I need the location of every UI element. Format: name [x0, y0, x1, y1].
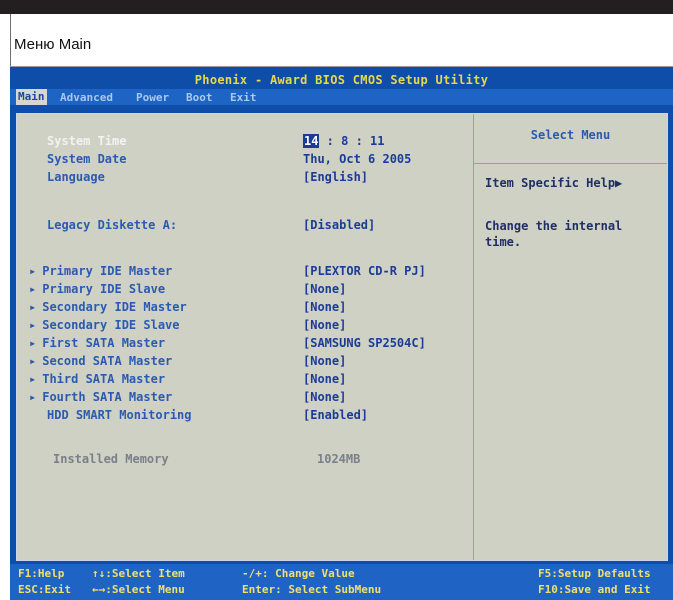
fourth-sata-master-label: Fourth SATA Master: [42, 390, 173, 404]
item-specific-help: Item Specific Help▶: [485, 176, 623, 190]
top-bar: [0, 0, 673, 14]
third-sata-master-item[interactable]: ▸ Third SATA Master: [29, 372, 165, 386]
footer-esc-exit: ESC:Exit: [18, 583, 71, 596]
primary-ide-master-label: Primary IDE Master: [42, 264, 173, 278]
footer-f10-save-exit: F10:Save and Exit: [538, 583, 651, 596]
submenu-arrow-icon: ▸: [29, 300, 37, 314]
bios-title: Phoenix - Award BIOS CMOS Setup Utility: [194, 73, 489, 87]
submenu-arrow-icon: ▸: [29, 372, 37, 386]
secondary-ide-master-value[interactable]: [None]: [303, 300, 346, 314]
installed-memory-label: Installed Memory: [53, 452, 169, 466]
submenu-arrow-icon: ▸: [29, 336, 37, 350]
system-time-rest: : 8 : 11: [319, 134, 385, 148]
settings-panel: System Time 14 : 8 : 11 System Date Thu,…: [16, 113, 668, 561]
footer-enter-submenu: Enter: Select SubMenu: [242, 583, 382, 596]
menu-power[interactable]: Power: [136, 91, 169, 104]
secondary-ide-slave-item[interactable]: ▸ Secondary IDE Slave: [29, 318, 180, 332]
submenu-arrow-icon: ▸: [29, 390, 37, 404]
first-sata-master-label: First SATA Master: [42, 336, 166, 350]
first-sata-master-value[interactable]: [SAMSUNG SP2504C]: [303, 336, 426, 350]
system-date-label[interactable]: System Date: [47, 152, 126, 166]
menu-advanced[interactable]: Advanced: [60, 91, 113, 104]
secondary-ide-slave-label: Secondary IDE Slave: [42, 318, 180, 332]
hdd-smart-value[interactable]: [Enabled]: [303, 408, 368, 422]
secondary-ide-slave-value[interactable]: [None]: [303, 318, 346, 332]
help-title: Select Menu: [530, 128, 611, 142]
secondary-ide-master-label: Secondary IDE Master: [42, 300, 187, 314]
secondary-ide-master-item[interactable]: ▸ Secondary IDE Master: [29, 300, 187, 314]
hdd-smart-label[interactable]: HDD SMART Monitoring: [47, 408, 192, 422]
primary-ide-slave-value[interactable]: [None]: [303, 282, 346, 296]
figure-caption: Меню Main: [14, 36, 92, 53]
submenu-arrow-icon: ▸: [29, 282, 37, 296]
bios-menubar: Main Advanced Power Boot Exit: [10, 89, 673, 105]
second-sata-master-value[interactable]: [None]: [303, 354, 346, 368]
installed-memory-value: 1024MB: [317, 452, 361, 466]
system-time-label[interactable]: System Time: [47, 134, 126, 148]
legacy-diskette-value[interactable]: [Disabled]: [303, 218, 375, 232]
third-sata-master-value[interactable]: [None]: [303, 372, 346, 386]
menu-main[interactable]: Main: [16, 89, 47, 105]
bios-screen: Phoenix - Award BIOS CMOS Setup Utility …: [10, 67, 673, 600]
menu-exit[interactable]: Exit: [230, 91, 257, 104]
submenu-arrow-icon: ▸: [29, 264, 37, 278]
legacy-diskette-label[interactable]: Legacy Diskette A:: [47, 218, 177, 232]
second-sata-master-item[interactable]: ▸ Second SATA Master: [29, 354, 172, 368]
footer-change-value: -/+: Change Value: [242, 567, 355, 580]
primary-ide-slave-label: Primary IDE Slave: [42, 282, 166, 296]
second-sata-master-label: Second SATA Master: [42, 354, 173, 368]
key-help-footer: F1:Help ↑↓:Select Item -/+: Change Value…: [10, 564, 673, 600]
panel-divider-horizontal: [474, 163, 667, 164]
fourth-sata-master-item[interactable]: ▸ Fourth SATA Master: [29, 390, 172, 404]
footer-select-item: ↑↓:Select Item: [92, 567, 185, 580]
primary-ide-master-item[interactable]: ▸ Primary IDE Master: [29, 264, 172, 278]
help-description: Change the internal time.: [485, 219, 623, 249]
first-sata-master-item[interactable]: ▸ First SATA Master: [29, 336, 165, 350]
system-date-value[interactable]: Thu, Oct 6 2005: [303, 152, 411, 166]
system-time-hour[interactable]: 14: [303, 134, 320, 148]
footer-f1-help: F1:Help: [18, 567, 65, 580]
menu-boot[interactable]: Boot: [186, 91, 213, 104]
footer-select-menu: ←→:Select Menu: [92, 583, 185, 596]
submenu-arrow-icon: ▸: [29, 354, 37, 368]
footer-f5-defaults: F5:Setup Defaults: [538, 567, 651, 580]
primary-ide-master-value[interactable]: [PLEXTOR CD-R PJ]: [303, 264, 426, 278]
language-value[interactable]: [English]: [303, 170, 368, 184]
third-sata-master-label: Third SATA Master: [42, 372, 166, 386]
language-label[interactable]: Language: [47, 170, 105, 184]
panel-divider-vertical: [473, 114, 474, 560]
system-time-value[interactable]: 14 : 8 : 11: [303, 134, 384, 148]
primary-ide-slave-item[interactable]: ▸ Primary IDE Slave: [29, 282, 165, 296]
submenu-arrow-icon: ▸: [29, 318, 37, 332]
fourth-sata-master-value[interactable]: [None]: [303, 390, 346, 404]
